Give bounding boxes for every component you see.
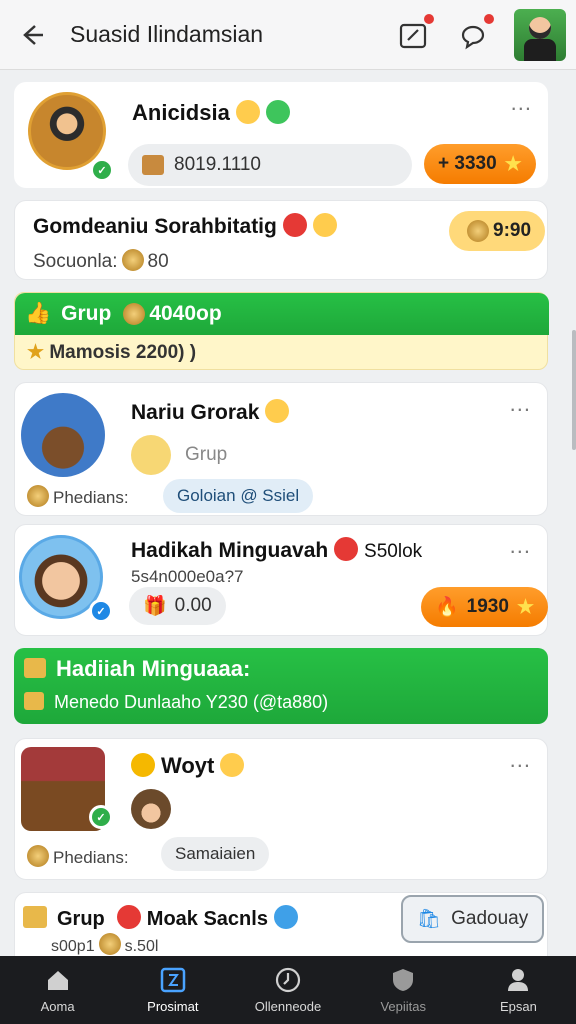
wallet-pill[interactable]: 8019.1110	[128, 144, 412, 186]
nav-item-home[interactable]: Aoma	[0, 956, 115, 1024]
profile-name: Anicidsia	[132, 100, 290, 126]
coin-icon	[27, 485, 49, 507]
verified-badge: ✓	[90, 158, 114, 182]
more-options-icon[interactable]: ...	[511, 92, 532, 114]
gadouay-button[interactable]: 🛍 Gadouay	[401, 895, 545, 943]
woyt-label: Phedians:	[23, 845, 129, 868]
woyt-card[interactable]: ✓ Woyt ... Phedians: Samaiaien	[14, 738, 548, 880]
handshake-icon	[131, 435, 171, 475]
summary-card[interactable]: Gomdeaniu Sorahbitatig Socuonla: 80 9:90	[14, 200, 548, 280]
nav-item-ollenneode[interactable]: Ollenneode	[230, 956, 345, 1024]
box-icon	[24, 658, 46, 678]
grup-bottom-meta: s00p1 s.50l	[51, 933, 158, 956]
person-icon	[504, 967, 532, 993]
coin-icon	[123, 303, 146, 325]
chat-bubble-icon[interactable]	[454, 11, 496, 54]
nav-item-epsan[interactable]: Epsan	[461, 956, 576, 1024]
score-badge[interactable]: 9:90	[449, 211, 546, 251]
verified-badge: ✓	[89, 805, 113, 829]
clock-icon	[274, 967, 302, 993]
hadikah-value[interactable]: 🎁 0.00	[129, 587, 226, 625]
hadikah-name: Hadikah Minguavah S50lok	[131, 537, 423, 562]
star-icon: ★	[516, 596, 534, 618]
more-options-icon[interactable]: ...	[510, 393, 531, 415]
star-icon: ★	[504, 153, 522, 175]
summary-title: Gomdeaniu Sorahbitatig	[33, 213, 337, 239]
woyt-name: Woyt	[131, 753, 245, 779]
nariu-label: Phedians:	[23, 485, 129, 508]
hat-avatar	[21, 393, 105, 477]
smile-emoji-icon	[312, 213, 337, 237]
nariu-tag[interactable]: Goloian @ Ssiel	[163, 479, 314, 513]
no-emoji-icon	[282, 213, 307, 237]
nariu-card[interactable]: Nariu Grorak ... Grup Phedians: Goloian …	[14, 382, 548, 516]
box-icon	[142, 155, 164, 175]
box-icon	[24, 692, 44, 710]
app-header: Suasid Ilindamsian	[0, 0, 576, 70]
box-icon	[23, 906, 47, 928]
notification-dot	[422, 11, 436, 26]
thumbs-up-icon: 👍	[25, 302, 52, 325]
coin-icon	[121, 249, 144, 271]
profile-avatar	[28, 92, 106, 170]
nav-item-prosimat[interactable]: Prosimat	[115, 956, 230, 1024]
blush-emoji-icon	[235, 100, 260, 124]
back-arrow-icon[interactable]	[10, 13, 54, 57]
feed[interactable]: ✓ Anicidsia ... 8019.1110 + 3330 ★ Gomdea…	[14, 82, 564, 956]
red-circle-icon	[334, 537, 359, 561]
group-banner[interactable]: 👍 Grup 4040op ★ Mamosis 2200) )	[14, 292, 549, 370]
grup-bottom-card[interactable]: Grup Moak Sacnls s00p1 s.50l 🛍 Gadouay	[14, 892, 548, 956]
shield-icon	[389, 967, 417, 993]
profile-card[interactable]: ✓ Anicidsia ... 8019.1110 + 3330 ★	[14, 82, 548, 188]
hadikah-points-button[interactable]: 🔥 1930 ★	[421, 587, 548, 627]
nav-item-vepiitas[interactable]: Vepiitas	[346, 956, 461, 1024]
weekly-banner-title: Hadiiah Minguaaa:	[24, 656, 250, 682]
scrollbar[interactable]	[572, 330, 576, 450]
chat-dot	[482, 11, 496, 26]
gift-icon: 🎁	[143, 596, 167, 617]
points-button[interactable]: + 3330 ★	[424, 144, 536, 184]
more-options-icon[interactable]: ...	[510, 535, 531, 557]
notification-box-icon[interactable]	[394, 11, 436, 54]
hadikah-code: 5s4n000e0a?7	[131, 567, 244, 586]
coin-icon	[467, 220, 489, 242]
woyt-tag[interactable]: Samaiaien	[161, 837, 270, 871]
coin-icon	[27, 845, 49, 867]
square-badge-icon	[159, 967, 187, 993]
coin-icon	[98, 933, 121, 955]
hadikah-card[interactable]: ✓ Hadikah Minguavah S50lok ... 5s4n000e0…	[14, 524, 548, 636]
grin-emoji-icon	[220, 753, 245, 777]
weekly-banner[interactable]: Hadiiah Minguaaa: Menedo Dunlaaho Y230 (…	[14, 648, 548, 724]
group-banner-note: ★ Mamosis 2200) )	[27, 342, 197, 363]
coin-emoji-icon	[131, 753, 155, 777]
weekly-banner-note: Menedo Dunlaaho Y230 (@ta880)	[24, 692, 328, 713]
more-options-icon[interactable]: ...	[510, 749, 531, 771]
star-icon: ★	[27, 342, 50, 363]
home-icon	[44, 967, 72, 993]
bottom-nav: Aoma Prosimat Ollenneode Vepiitas Epsan	[0, 956, 576, 1024]
grup-bottom-title: Grup Moak Sacnls	[23, 905, 298, 931]
nariu-name: Nariu Grorak	[131, 399, 290, 425]
fire-icon: 🔥	[435, 597, 459, 618]
group-banner-header: 👍 Grup 4040op	[15, 293, 549, 335]
verified-badge: ✓	[89, 599, 113, 623]
blue-circle-icon	[273, 905, 298, 929]
green-emoji-icon	[265, 100, 290, 124]
bag-icon: 🛍	[417, 909, 442, 930]
red-circle-icon	[116, 905, 141, 929]
summary-subtitle: Socuonla: 80	[33, 249, 169, 272]
page-title: Suasid Ilindamsian	[70, 21, 264, 47]
thinking-emoji-icon	[265, 399, 290, 423]
user-avatar[interactable]	[514, 8, 566, 61]
group-label: Grup	[131, 435, 227, 475]
explorer-avatar	[131, 789, 171, 829]
